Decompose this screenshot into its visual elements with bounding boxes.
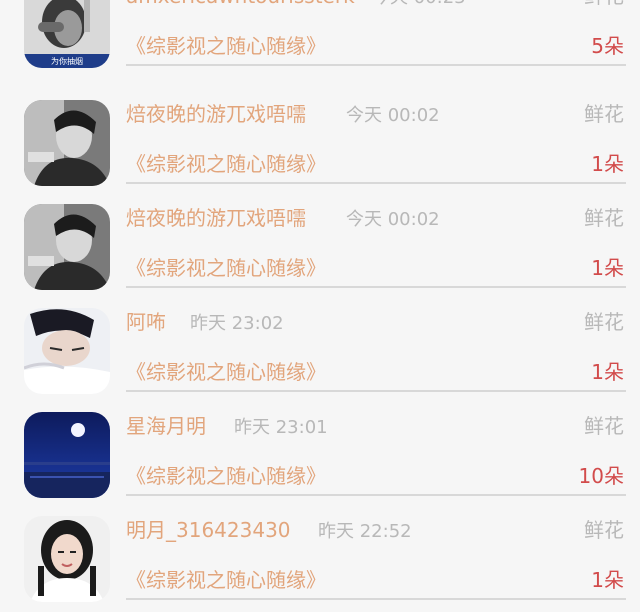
timestamp: 昨天 23:01 — [234, 417, 328, 438]
divider — [126, 494, 626, 496]
man-portrait-avatar-icon — [24, 100, 110, 186]
gift-type: 鲜花 — [584, 310, 624, 334]
list-item[interactable]: 焙夜晚的游兀戏唔嚅 今天 00:02 鲜花 《综影视之随心随缘》 1朵 — [0, 202, 640, 306]
novel-title[interactable]: 《综影视之随心随缘》 — [126, 462, 326, 490]
avatar[interactable]: 为你抽烟 — [24, 0, 110, 68]
list-item[interactable]: 明月_316423430 昨天 22:52 鲜花 《综影视之随心随缘》 1朵 — [0, 514, 640, 612]
list-item[interactable]: 星海月明 昨天 23:01 鲜花 《综影视之随心随缘》 10朵 — [0, 410, 640, 514]
avatar[interactable] — [24, 204, 110, 290]
gift-type: 鲜花 — [584, 206, 624, 230]
timestamp: 昨天 22:52 — [318, 521, 412, 542]
timestamp: 今天 00:23 — [372, 0, 466, 10]
novel-title[interactable]: 《综影视之随心随缘》 — [126, 358, 326, 386]
gift-type: 鲜花 — [584, 0, 624, 10]
sender-name[interactable]: 焙夜晚的游兀戏唔嚅 — [126, 204, 306, 232]
divider — [126, 390, 626, 392]
sender-name[interactable]: 明月_316423430 — [126, 516, 291, 544]
divider — [126, 598, 626, 600]
gift-count: 5朵 — [591, 34, 624, 58]
divider — [126, 64, 626, 66]
novel-title[interactable]: 《综影视之随心随缘》 — [126, 32, 326, 60]
gift-count: 1朵 — [591, 256, 624, 280]
gift-count: 1朵 — [591, 152, 624, 176]
novel-title[interactable]: 《综影视之随心随缘》 — [126, 566, 326, 594]
sender-name[interactable]: 焙夜晚的游兀戏唔嚅 — [126, 100, 306, 128]
moon-night-avatar-icon — [24, 412, 110, 498]
avatar[interactable] — [24, 516, 110, 602]
avatar-caption: 为你抽烟 — [51, 56, 83, 66]
timestamp: 今天 00:02 — [346, 105, 440, 126]
list-item[interactable]: 焙夜晚的游兀戏唔嚅 今天 00:02 鲜花 《综影视之随心随缘》 1朵 — [0, 98, 640, 202]
girl-portrait-avatar-icon — [24, 516, 110, 602]
divider — [126, 182, 626, 184]
gift-type: 鲜花 — [584, 414, 624, 438]
timestamp: 昨天 23:02 — [190, 313, 284, 334]
gift-count: 1朵 — [591, 568, 624, 592]
sender-name[interactable]: 阿咘 — [126, 308, 166, 336]
gift-type: 鲜花 — [584, 102, 624, 126]
sender-name[interactable]: 星海月明 — [126, 412, 206, 440]
gift-count: 10朵 — [578, 464, 624, 488]
man-portrait-avatar-icon — [24, 204, 110, 290]
list-item[interactable]: 阿咘 昨天 23:02 鲜花 《综影视之随心随缘》 1朵 — [0, 306, 640, 410]
flower-gift-list: 为你抽烟 amxericawntourissterk 今天 00:23 鲜花 《… — [0, 0, 640, 612]
smoking-man-avatar-icon: 为你抽烟 — [24, 0, 110, 68]
avatar[interactable] — [24, 308, 110, 394]
avatar[interactable] — [24, 412, 110, 498]
gift-count: 1朵 — [591, 360, 624, 384]
sleeping-boy-avatar-icon — [24, 308, 110, 394]
novel-title[interactable]: 《综影视之随心随缘》 — [126, 254, 326, 282]
divider — [126, 286, 626, 288]
avatar[interactable] — [24, 100, 110, 186]
gift-type: 鲜花 — [584, 518, 624, 542]
list-item[interactable]: 为你抽烟 amxericawntourissterk 今天 00:23 鲜花 《… — [0, 0, 640, 84]
sender-name[interactable]: amxericawntourissterk — [126, 0, 355, 10]
novel-title[interactable]: 《综影视之随心随缘》 — [126, 150, 326, 178]
timestamp: 今天 00:02 — [346, 209, 440, 230]
